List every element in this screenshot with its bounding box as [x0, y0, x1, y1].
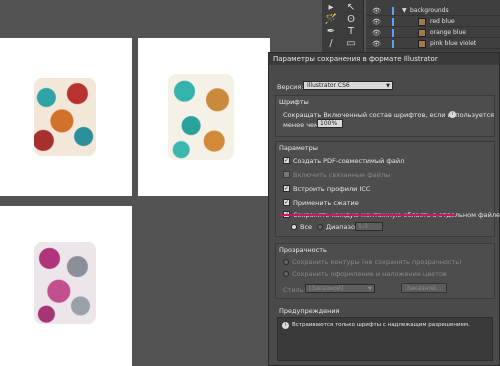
visibility-eye-icon[interactable]: 👁: [372, 39, 381, 49]
selection-tool-icon[interactable]: ▸: [324, 2, 338, 14]
pdf-compatible-checkbox[interactable]: ✓: [283, 157, 290, 164]
chevron-down-icon: ▼: [368, 286, 372, 292]
direct-selection-tool-icon[interactable]: ↖: [344, 2, 358, 14]
layer-color-mark: [392, 40, 394, 48]
layer-name: orange blue: [430, 29, 466, 36]
range-custom-radio[interactable]: [317, 224, 323, 230]
layer-thumbnail: [418, 18, 426, 26]
fonts-percent-input[interactable]: 100%: [317, 119, 343, 128]
chevron-down-icon: ▼: [386, 83, 390, 89]
include-linked-files-label: Включить связанные файлы: [293, 171, 391, 179]
pdf-compatible-label: Создать PDF-совместимый файл: [293, 157, 405, 165]
style-select[interactable]: [Заказной] ▼: [305, 284, 375, 293]
layer-name: red blue: [430, 18, 455, 25]
version-select[interactable]: Illustrator CS6 ▼: [303, 81, 393, 90]
warnings-box: i Встраиваются только шрифты с надлежащи…: [277, 317, 493, 361]
artboard-1[interactable]: [0, 38, 132, 196]
lasso-tool-icon[interactable]: ʘ: [344, 14, 358, 26]
visibility-eye-icon[interactable]: 👁: [372, 17, 381, 27]
layers-panel: 👁 ▼ backgrounds 👁 red blue 👁 orange blue…: [366, 0, 500, 52]
version-select-value: Illustrator CS6: [307, 82, 350, 89]
layer-name: pink blue violet: [430, 40, 477, 47]
layer-row[interactable]: 👁 orange blue: [366, 28, 500, 38]
tools-panel: ▸ ↖ 🪄 ʘ ✒ T / ▭: [322, 0, 364, 52]
parameters-section-title: Параметры: [279, 144, 318, 152]
visibility-eye-icon[interactable]: 👁: [372, 28, 381, 38]
layer-color-mark: [392, 29, 394, 37]
highlight-underline: [280, 214, 456, 216]
magic-wand-tool-icon[interactable]: 🪄: [324, 14, 338, 26]
transparency-section-title: Прозрачность: [279, 246, 327, 254]
visibility-eye-icon[interactable]: 👁: [372, 6, 381, 16]
layer-color-mark: [392, 7, 394, 15]
use-compression-label: Применить сжатие: [293, 199, 359, 207]
embed-icc-label: Встроить профили ICC: [293, 185, 371, 193]
pen-tool-icon[interactable]: ✒: [324, 26, 338, 38]
custom-style-button[interactable]: Заказной...: [401, 283, 447, 293]
fonts-subset-text: Сокращать Включенный состав шрифтов, есл…: [283, 111, 495, 119]
layer-row[interactable]: 👁 ▼ backgrounds: [366, 6, 500, 16]
fonts-less-than-label: менее чем:: [283, 121, 322, 129]
layer-name: backgrounds: [410, 7, 449, 14]
use-compression-checkbox[interactable]: ✓: [283, 199, 290, 206]
include-linked-files-checkbox[interactable]: [283, 171, 290, 178]
layer-thumbnail: [418, 29, 426, 37]
info-icon: i: [449, 111, 456, 118]
expand-triangle-icon[interactable]: ▼: [402, 6, 407, 16]
style-label: Стиль:: [283, 286, 306, 294]
range-all-label: Все: [300, 223, 313, 231]
rectangle-tool-icon[interactable]: ▭: [344, 38, 358, 50]
illustrator-save-options-dialog: Параметры сохранения в формате Illustrat…: [268, 52, 500, 366]
preserve-paths-radio[interactable]: [283, 259, 289, 265]
version-label: Версия:: [277, 83, 304, 91]
type-tool-icon[interactable]: T: [344, 26, 358, 38]
preserve-paths-label: Сохранить контуры (не сохранять прозрачн…: [292, 258, 462, 266]
warning-text: Встраиваются только шрифты с надлежащим …: [292, 322, 470, 328]
layer-row[interactable]: 👁 red blue: [366, 17, 500, 27]
layer-thumbnail: [418, 40, 426, 48]
range-input[interactable]: 1-3: [355, 222, 383, 231]
butterfly-pattern-red-blue: [34, 78, 96, 156]
dialog-title: Параметры сохранения в формате Illustrat…: [269, 53, 499, 65]
style-select-value: [Заказной]: [309, 285, 344, 292]
butterfly-pattern-pink-blue-violet: [34, 242, 96, 324]
fonts-section-title: Шрифты: [279, 98, 309, 106]
preserve-appearance-radio[interactable]: [283, 271, 289, 277]
butterfly-pattern-orange-blue: [168, 74, 234, 160]
artboard-2[interactable]: [138, 38, 270, 196]
layer-color-mark: [392, 18, 394, 26]
warning-info-icon: i: [282, 322, 289, 329]
range-all-radio[interactable]: [291, 224, 297, 230]
artboard-3[interactable]: [0, 206, 132, 366]
preserve-appearance-label: Сохранить оформление и наложение цветов: [292, 270, 447, 278]
layer-row[interactable]: 👁 pink blue violet: [366, 39, 500, 49]
line-tool-icon[interactable]: /: [324, 38, 338, 50]
warnings-section-title: Предупреждения: [279, 307, 340, 315]
embed-icc-checkbox[interactable]: ✓: [283, 185, 290, 192]
